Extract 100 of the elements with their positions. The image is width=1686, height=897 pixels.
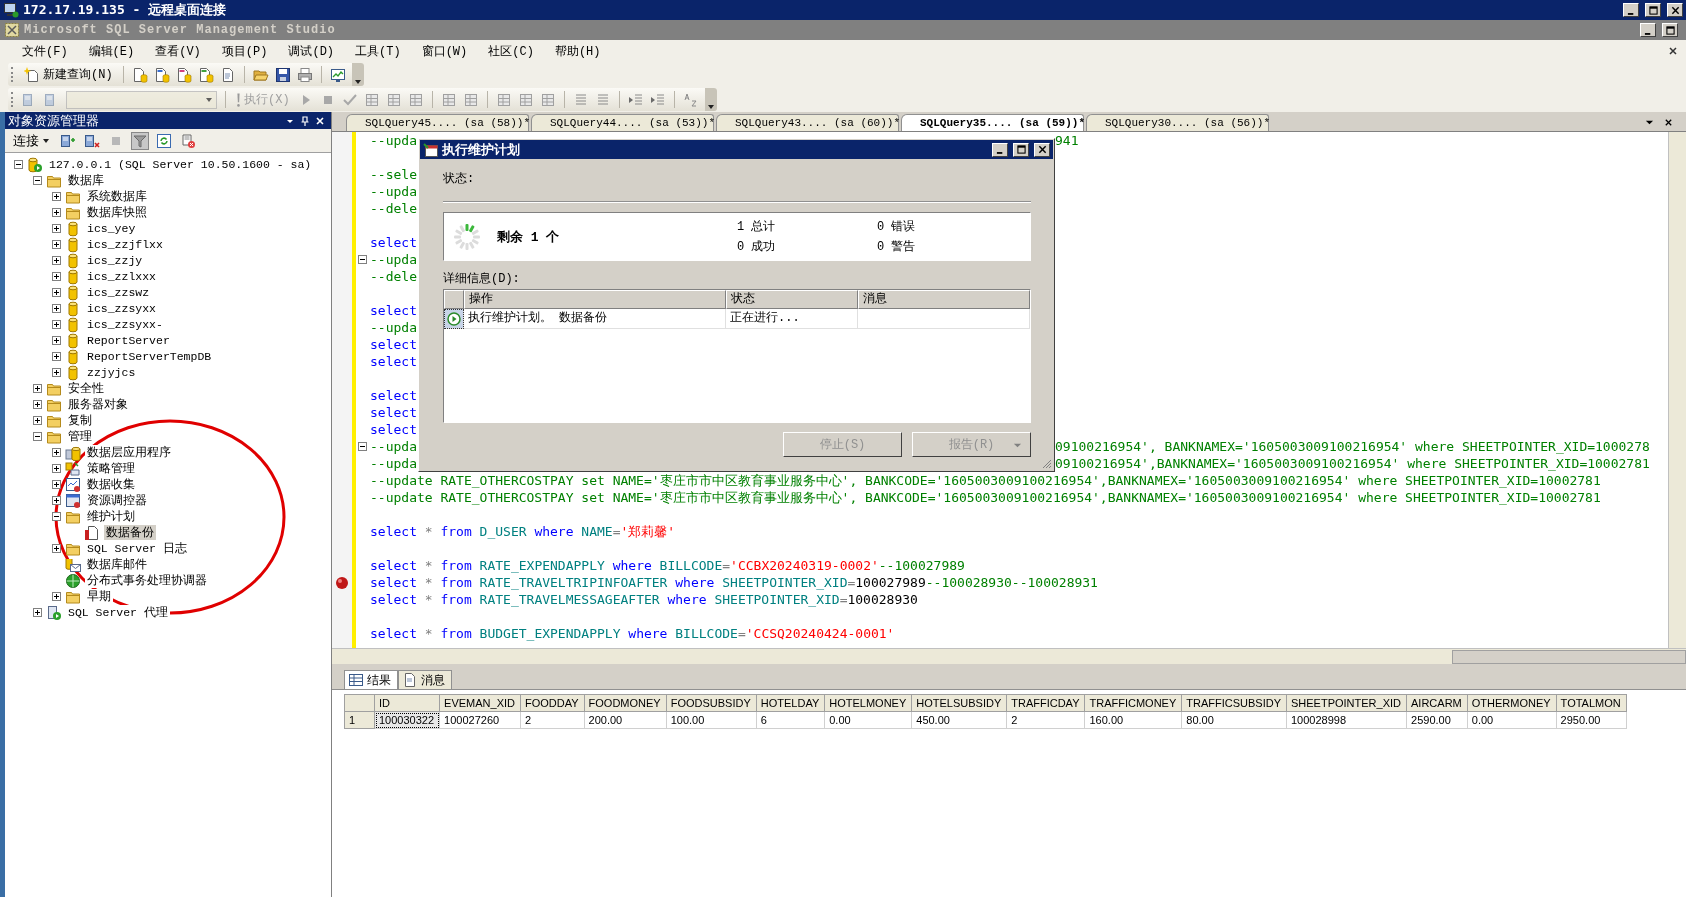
tree-item[interactable]: ReportServer <box>85 334 172 347</box>
column-header[interactable]: FOODSUBSIDY <box>666 694 757 712</box>
expand-toggle[interactable] <box>33 416 42 425</box>
menu-item[interactable]: 工具(T) <box>347 40 409 62</box>
editor-tab[interactable]: SQLQuery35.... (sa (59))* <box>901 114 1084 131</box>
expand-toggle[interactable] <box>52 192 61 201</box>
dropdown-caret-icon[interactable] <box>1645 118 1654 127</box>
expand-toggle[interactable] <box>52 272 61 281</box>
minimize-button[interactable] <box>992 142 1008 157</box>
expand-toggle[interactable] <box>52 464 61 473</box>
tree-item[interactable]: 早期 <box>85 589 113 604</box>
resize-grip-icon[interactable] <box>1040 457 1052 469</box>
minimize-button[interactable] <box>1640 23 1656 37</box>
expand-toggle[interactable] <box>52 592 61 601</box>
editor-tab[interactable]: SQLQuery44.... (sa (53))* <box>531 114 714 131</box>
collapse-icon[interactable] <box>357 442 367 451</box>
tree-item[interactable]: ics_zzsyxx <box>85 302 158 315</box>
tree-item[interactable]: ics_zzswz <box>85 286 152 299</box>
column-header[interactable]: TRAFFICMONEY <box>1085 694 1182 712</box>
menu-item[interactable]: 帮助(H) <box>546 40 609 62</box>
column-header[interactable]: FOODDAY <box>520 694 585 712</box>
column-header[interactable]: TRAFFICDAY <box>1006 694 1085 712</box>
expand-toggle[interactable] <box>33 608 42 617</box>
column-header[interactable]: EVEMAN_XID <box>439 694 521 712</box>
editor-tab[interactable]: SQLQuery30.... (sa (56))* <box>1086 114 1269 131</box>
indent-icon[interactable] <box>649 91 666 108</box>
expand-toggle[interactable] <box>52 304 61 313</box>
server-connect-icon[interactable] <box>60 132 76 149</box>
column-header[interactable]: FOODMONEY <box>584 694 667 712</box>
server-disconnect-icon[interactable] <box>84 132 100 149</box>
tree-item[interactable]: 数据库快照 <box>85 205 149 220</box>
refresh-icon[interactable] <box>156 132 172 149</box>
connect-button[interactable]: 连接 <box>11 131 52 150</box>
close-icon[interactable] <box>1668 46 1678 56</box>
pin-icon[interactable] <box>300 115 310 126</box>
editor-tab[interactable]: SQLQuery43.... (sa (60))* <box>716 114 899 131</box>
results-tab[interactable]: 消息 <box>398 670 452 689</box>
collapse-toggle[interactable] <box>33 176 42 185</box>
collapse-toggle[interactable] <box>14 160 23 169</box>
collapse-toggle[interactable] <box>52 512 61 521</box>
database-document-icon[interactable] <box>197 66 214 83</box>
tree-item[interactable]: ics_yey <box>85 222 138 235</box>
tree-item[interactable]: 数据收集 <box>85 477 137 492</box>
expand-toggle[interactable] <box>52 288 61 297</box>
save-icon[interactable] <box>274 66 291 83</box>
expand-toggle[interactable] <box>52 224 61 233</box>
column-header[interactable]: 操作 <box>464 290 726 309</box>
column-header[interactable]: AIRCARM <box>1406 694 1468 712</box>
minimize-button[interactable] <box>1623 3 1639 17</box>
column-header[interactable]: ID <box>374 694 440 712</box>
expand-toggle[interactable] <box>52 352 61 361</box>
expand-toggle[interactable] <box>52 368 61 377</box>
close-button[interactable] <box>1667 3 1683 17</box>
vertical-scrollbar[interactable] <box>1668 132 1686 648</box>
column-header[interactable]: HOTELDAY <box>756 694 825 712</box>
expand-toggle[interactable] <box>33 400 42 409</box>
expand-toggle[interactable] <box>52 320 61 329</box>
expand-toggle[interactable] <box>33 384 42 393</box>
expand-toggle[interactable] <box>52 208 61 217</box>
close-icon[interactable] <box>1664 118 1673 127</box>
menu-item[interactable]: 窗口(W) <box>413 40 476 62</box>
column-header[interactable]: TRAFFICSUBSIDY <box>1181 694 1287 712</box>
menu-item[interactable]: 社区(C) <box>480 40 542 62</box>
results-tab[interactable]: 结果 <box>344 670 398 689</box>
expand-toggle[interactable] <box>52 496 61 505</box>
tree-item[interactable]: 数据库邮件 <box>85 557 149 572</box>
tree-item[interactable]: ReportServerTempDB <box>85 350 214 363</box>
tree-item[interactable]: 数据库 <box>66 173 106 188</box>
new-query-button[interactable]: 新建查询(N) <box>22 66 115 83</box>
column-header[interactable]: HOTELMONEY <box>824 694 912 712</box>
tree-item[interactable]: 系统数据库 <box>85 189 149 204</box>
database-document-icon[interactable] <box>131 66 148 83</box>
tree-item[interactable]: 服务器对象 <box>66 397 130 412</box>
maximize-button[interactable] <box>1662 23 1678 37</box>
tree-item[interactable]: 安全性 <box>66 381 106 396</box>
expand-toggle[interactable] <box>52 448 61 457</box>
collapse-icon[interactable] <box>357 255 367 264</box>
printer-icon[interactable] <box>296 66 313 83</box>
menu-item[interactable]: 文件(F) <box>14 40 76 62</box>
menu-item[interactable]: 编辑(E) <box>80 40 143 62</box>
row-header[interactable] <box>444 309 464 329</box>
tree-item[interactable]: 资源调控器 <box>85 493 149 508</box>
tree-item[interactable]: ics_zzjy <box>85 254 145 267</box>
expand-toggle[interactable] <box>52 256 61 265</box>
menu-item[interactable]: 调试(D) <box>280 40 343 62</box>
column-header[interactable]: SHEETPOINTER_XID <box>1286 694 1407 712</box>
tree-item[interactable]: ics_zzjflxx <box>85 238 165 251</box>
script-stop-icon[interactable] <box>180 132 196 149</box>
breakpoint-icon[interactable] <box>335 575 349 590</box>
tree-item[interactable]: 数据备份 <box>104 525 156 540</box>
column-header[interactable]: HOTELSUBSIDY <box>911 694 1007 712</box>
expand-toggle[interactable] <box>52 240 61 249</box>
menu-item[interactable]: 项目(P) <box>213 40 276 62</box>
tree-item[interactable]: 管理 <box>66 429 94 444</box>
horizontal-scrollbar[interactable] <box>332 648 1686 664</box>
column-header[interactable]: OTHERMONEY <box>1467 694 1557 712</box>
expand-toggle[interactable] <box>52 544 61 553</box>
indent-icon[interactable] <box>627 91 644 108</box>
filter-icon[interactable] <box>132 132 148 149</box>
column-header[interactable]: TOTALMON <box>1556 694 1627 712</box>
